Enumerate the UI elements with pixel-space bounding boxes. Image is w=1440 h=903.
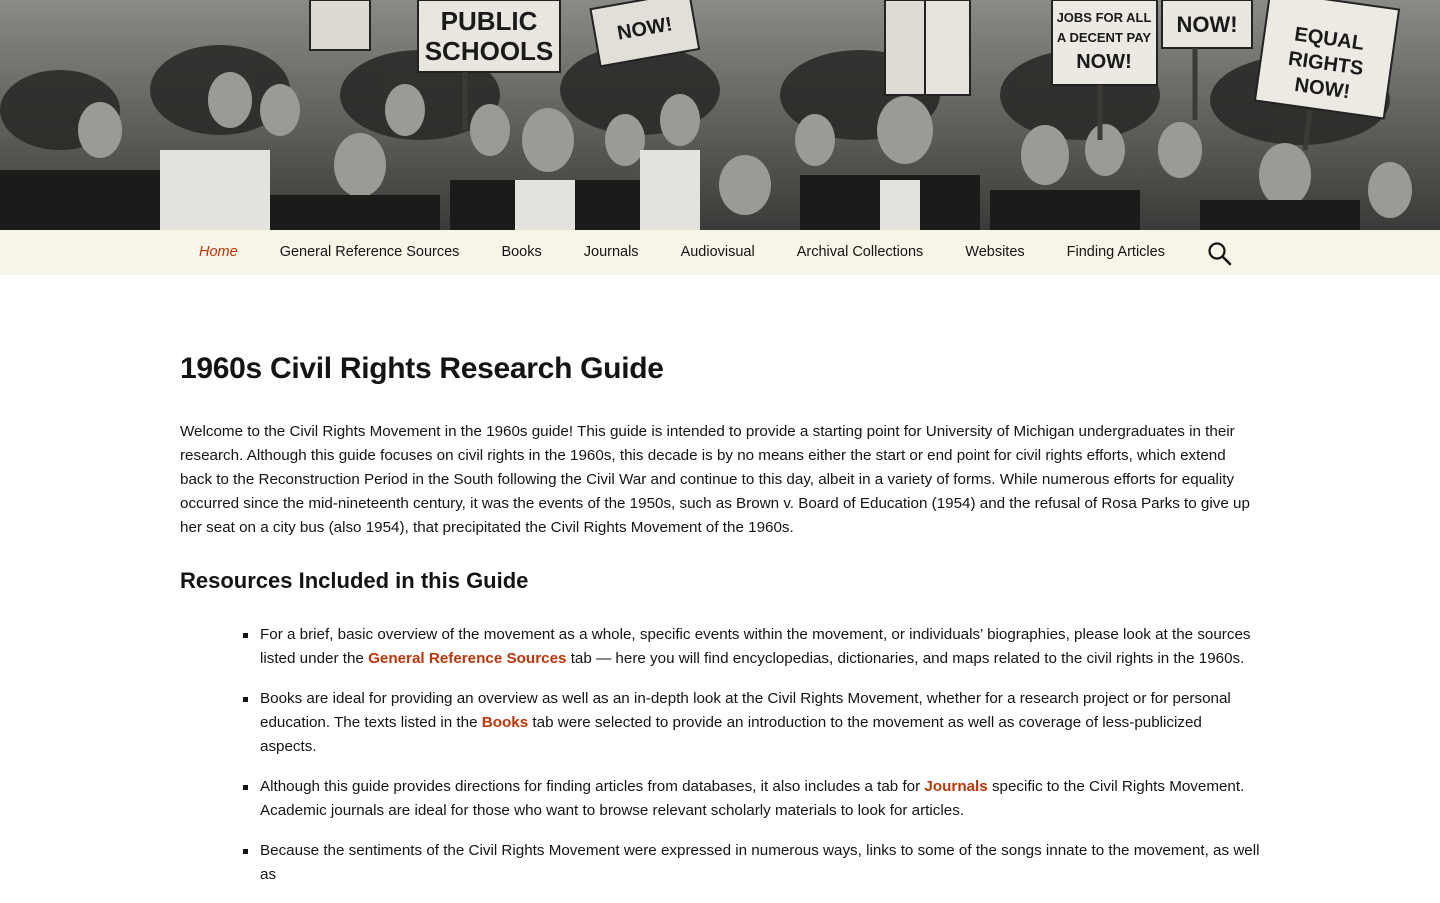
- journals-link[interactable]: Journals: [924, 778, 987, 795]
- nav-item-journals[interactable]: Journals: [563, 230, 660, 275]
- list-item: Although this guide provides directions …: [243, 775, 1260, 823]
- svg-text:NOW!: NOW!: [1076, 51, 1132, 73]
- resources-heading: Resources Included in this Guide: [180, 568, 529, 593]
- main-navigation: Home General Reference Sources Books Jou…: [0, 230, 1440, 275]
- list-item: For a brief, basic overview of the movem…: [243, 623, 1260, 671]
- svg-text:A DECENT PAY: A DECENT PAY: [1057, 30, 1151, 45]
- resources-list: For a brief, basic overview of the movem…: [180, 623, 1260, 887]
- nav-item-finding-articles[interactable]: Finding Articles: [1046, 230, 1186, 275]
- svg-text:NOW!: NOW!: [1176, 12, 1237, 37]
- svg-text:JOBS FOR ALL: JOBS FOR ALL: [1057, 10, 1152, 25]
- nav-item-archival-collections[interactable]: Archival Collections: [776, 230, 945, 275]
- search-button[interactable]: [1206, 240, 1234, 266]
- nav-menu: Home General Reference Sources Books Jou…: [178, 230, 1186, 275]
- nav-item-audiovisual[interactable]: Audiovisual: [660, 230, 776, 275]
- nav-item-home[interactable]: Home: [178, 230, 259, 275]
- resource-text-before: Because the sentiments of the Civil Righ…: [260, 842, 1260, 883]
- march-photo-illustration: PUBLIC SCHOOLS NOW! JOBS FOR ALL A DECEN…: [0, 0, 1440, 230]
- books-link[interactable]: Books: [482, 714, 528, 731]
- general-reference-sources-link[interactable]: General Reference Sources: [368, 650, 566, 667]
- header-banner-photo: PUBLIC SCHOOLS NOW! JOBS FOR ALL A DECEN…: [0, 0, 1440, 230]
- page-title: 1960s Civil Rights Research Guide: [180, 352, 664, 385]
- nav-item-books[interactable]: Books: [480, 230, 562, 275]
- nav-item-general-reference-sources[interactable]: General Reference Sources: [259, 230, 481, 275]
- intro-paragraph: Welcome to the Civil Rights Movement in …: [180, 423, 1250, 536]
- nav-item-websites[interactable]: Websites: [944, 230, 1045, 275]
- list-item: Books are ideal for providing an overvie…: [243, 687, 1260, 759]
- main-content: 1960s Civil Rights Research Guide Welcom…: [180, 275, 1260, 903]
- svg-text:PUBLIC: PUBLIC: [441, 6, 538, 36]
- resource-text-before: Although this guide provides directions …: [260, 778, 925, 795]
- search-icon: [1208, 242, 1232, 266]
- resource-text-after: tab — here you will find encyclopedias, …: [566, 650, 1245, 667]
- svg-text:SCHOOLS: SCHOOLS: [425, 36, 554, 66]
- list-item: Because the sentiments of the Civil Righ…: [243, 839, 1260, 887]
